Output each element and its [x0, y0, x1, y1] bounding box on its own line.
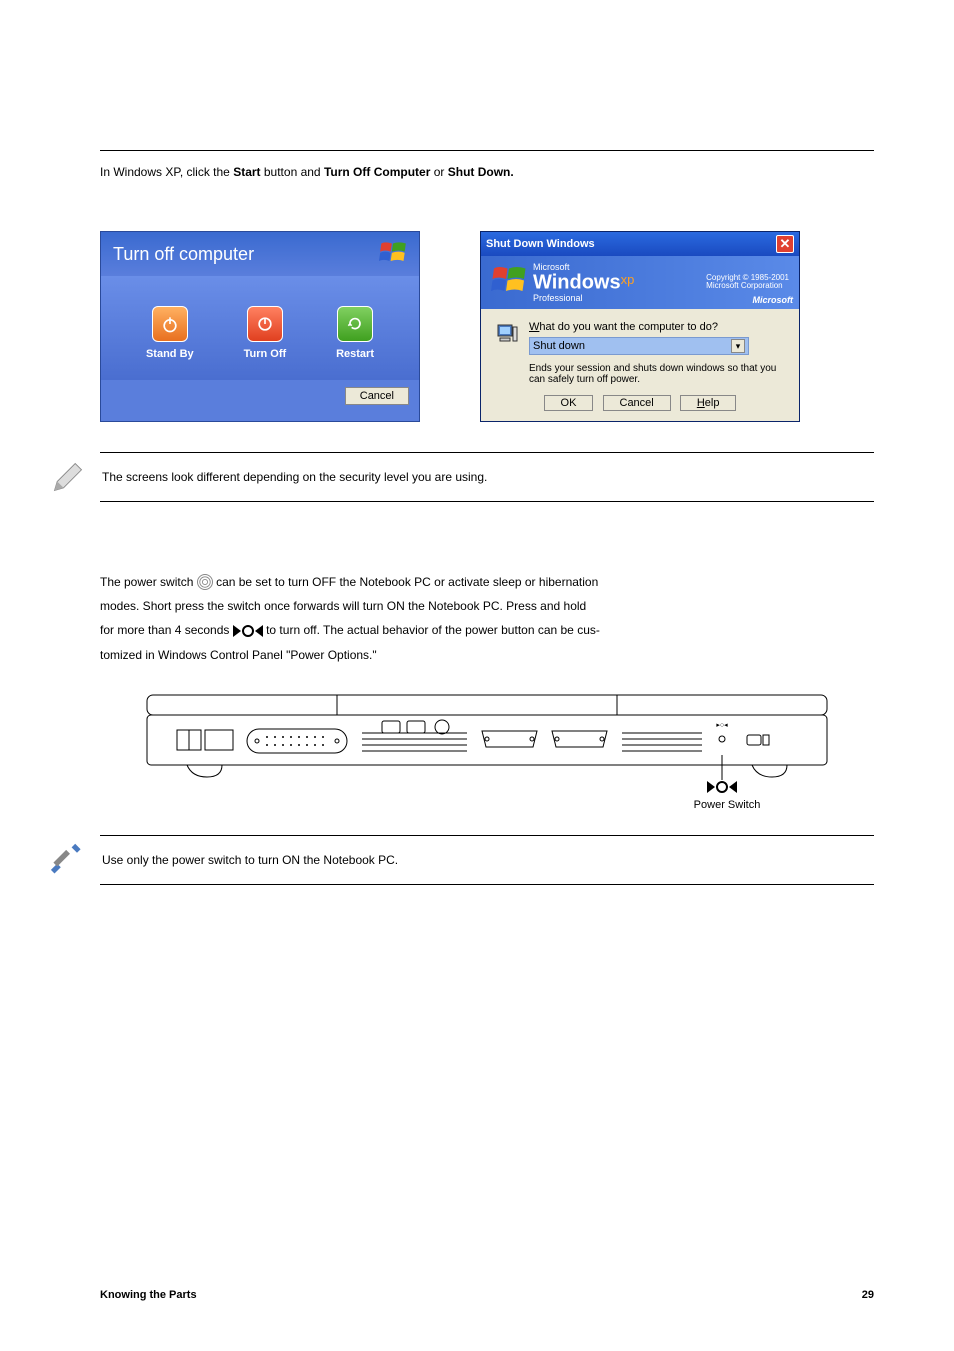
- power-symbol-icon: [197, 574, 213, 590]
- help-button[interactable]: Help: [680, 395, 737, 411]
- s2-line1b: can be set to turn OFF the Notebook PC o…: [216, 575, 598, 589]
- cancel-button-1[interactable]: Cancel: [345, 387, 409, 405]
- footer-page: 29: [862, 1289, 874, 1301]
- dialog1-title: Turn off computer: [113, 244, 254, 265]
- s2-line2: modes. Short press the switch once forwa…: [100, 596, 874, 616]
- selected-value: Shut down: [533, 340, 585, 352]
- restart-icon: [345, 314, 365, 334]
- computer-icon: [495, 321, 519, 345]
- s2-line1a: The power switch: [100, 575, 193, 589]
- action-select[interactable]: Shut down ▾: [529, 337, 749, 355]
- intro-text-1: In Windows XP, click the: [100, 165, 230, 179]
- turnoff-label: Turn Off: [244, 348, 287, 360]
- restart-label: Restart: [336, 348, 374, 360]
- turnoff-button[interactable]: Turn Off: [244, 306, 287, 360]
- s2-line4: tomized in Windows Control Panel "Power …: [100, 645, 874, 665]
- slider-symbol-icon: [233, 625, 263, 637]
- windows-flag-icon: [491, 264, 527, 300]
- xp-label: xp: [621, 272, 635, 287]
- windows-logo-icon: [379, 240, 407, 268]
- restart-button[interactable]: Restart: [336, 306, 374, 360]
- s2-line3b: to turn off. The actual behavior of the …: [266, 623, 600, 637]
- pro-label: Professional: [533, 293, 634, 303]
- ms-label: Microsoft: [533, 262, 634, 272]
- shut-down-windows-dialog: Shut Down Windows ✕ Microsoft Windowsxp …: [480, 231, 800, 422]
- turnoff-icon: [255, 314, 275, 334]
- turn-off-computer-dialog: Turn off computer Stand By: [100, 231, 420, 422]
- standby-label: Stand By: [146, 348, 194, 360]
- ok-button[interactable]: OK: [544, 395, 594, 411]
- note-text: The screens look different depending on …: [102, 470, 487, 484]
- intro-text-2: button and: [264, 165, 321, 179]
- cancel-button-2[interactable]: Cancel: [603, 395, 671, 411]
- chevron-down-icon[interactable]: ▾: [731, 339, 745, 353]
- standby-button[interactable]: Stand By: [146, 306, 194, 360]
- or-text: or: [434, 165, 445, 179]
- shutdown-bold: Shut Down.: [448, 165, 514, 179]
- s2-line3a: for more than 4 seconds: [100, 623, 229, 637]
- close-icon[interactable]: ✕: [776, 235, 794, 253]
- svg-text:▸○◂: ▸○◂: [716, 722, 728, 729]
- footer-left: Knowing the Parts: [100, 1289, 197, 1301]
- q-underline: W: [529, 321, 539, 333]
- tip-text: Use only the power switch to turn ON the…: [102, 853, 398, 867]
- power-switch-label: Power Switch: [580, 799, 874, 811]
- action-description: Ends your session and shuts down windows…: [529, 363, 785, 385]
- dialog2-title: Shut Down Windows: [486, 238, 595, 250]
- turnoff-bold: Turn Off Computer: [324, 165, 430, 179]
- copyright-2: Microsoft Corporation: [706, 282, 789, 291]
- pen-icon: [50, 459, 86, 495]
- standby-icon: [160, 314, 180, 334]
- windows-label: Windows: [533, 272, 621, 294]
- microsoft-logo: Microsoft: [753, 295, 794, 305]
- question-text: hat do you want the computer to do?: [539, 321, 718, 333]
- screwdriver-icon: [50, 842, 86, 878]
- start-bold: Start: [233, 165, 260, 179]
- laptop-rear-diagram: ▸○◂: [137, 685, 837, 795]
